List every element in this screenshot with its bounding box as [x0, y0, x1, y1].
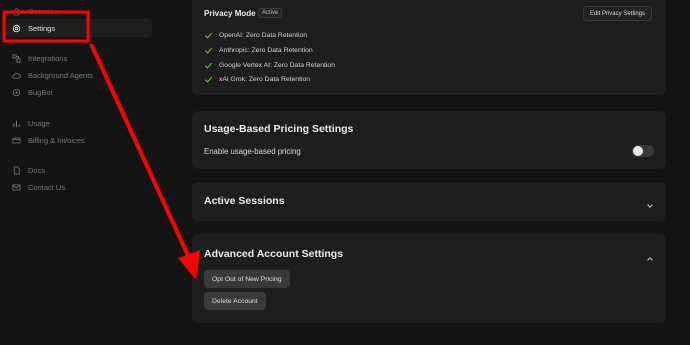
- sidebar-item-settings[interactable]: Settings: [6, 19, 152, 37]
- sidebar-item-usage[interactable]: Usage: [6, 114, 152, 132]
- retention-row-xai-grok: xAi Grok: Zero Data Retention: [204, 74, 310, 84]
- chevron-up-icon[interactable]: [646, 250, 654, 261]
- document-icon: [10, 164, 22, 176]
- retention-text: Google Vertex AI: Zero Data Retention: [219, 61, 335, 69]
- credit-card-icon: [10, 134, 22, 146]
- retention-row-google-vertex: Google Vertex AI: Zero Data Retention: [204, 60, 335, 70]
- check-icon: [204, 46, 213, 55]
- delete-account-button[interactable]: Delete Account: [204, 292, 266, 310]
- sidebar-item-contact[interactable]: Contact Us: [6, 178, 152, 196]
- integrations-icon: [10, 52, 22, 64]
- active-sessions-card[interactable]: Active Sessions: [192, 182, 666, 221]
- sidebar-item-label: Overview: [28, 6, 60, 16]
- sidebar-item-overview[interactable]: Overview: [6, 2, 152, 20]
- chevron-down-icon[interactable]: [646, 197, 654, 208]
- bug-icon: [10, 86, 22, 98]
- sidebar-item-integrations[interactable]: Integrations: [6, 49, 152, 67]
- status-badge: Active: [258, 8, 283, 18]
- sidebar-item-label: Billing & Invoices: [28, 135, 85, 145]
- retention-text: Anthropic: Zero Data Retention: [219, 46, 313, 54]
- usage-pricing-toggle-label: Enable usage-based pricing: [204, 147, 301, 156]
- sidebar-item-label: Docs: [28, 165, 46, 175]
- sidebar-item-label: Contact Us: [28, 182, 66, 192]
- home-icon: [10, 5, 22, 17]
- edit-privacy-settings-button[interactable]: Edit Privacy Settings: [582, 6, 652, 21]
- sidebar: Overview Settings Integrations Backgroun…: [0, 0, 158, 345]
- advanced-account-card: Advanced Account Settings Opt Out of New…: [192, 234, 666, 323]
- sidebar-item-label: Background Agents: [28, 70, 94, 80]
- gear-icon: [10, 22, 22, 34]
- privacy-mode-title: Privacy Mode: [204, 9, 256, 18]
- bar-chart-icon: [10, 117, 22, 129]
- cloud-icon: [10, 69, 22, 81]
- sidebar-item-label: Usage: [28, 118, 50, 128]
- retention-row-anthropic: Anthropic: Zero Data Retention: [204, 45, 313, 55]
- usage-pricing-card: Usage-Based Pricing Settings Enable usag…: [192, 111, 666, 169]
- retention-text: xAi Grok: Zero Data Retention: [219, 75, 311, 83]
- sidebar-item-label: Integrations: [28, 53, 68, 63]
- mail-icon: [10, 181, 22, 193]
- retention-row-openai: OpenAI: Zero Data Retention: [204, 30, 307, 40]
- advanced-account-title: Advanced Account Settings: [204, 248, 344, 260]
- opt-out-new-pricing-button[interactable]: Opt Out of New Pricing: [204, 270, 290, 288]
- usage-pricing-title: Usage-Based Pricing Settings: [204, 123, 354, 135]
- toggle-knob: [633, 146, 643, 156]
- active-sessions-title: Active Sessions: [204, 195, 285, 207]
- check-icon: [204, 61, 213, 70]
- check-icon: [204, 31, 213, 40]
- sidebar-item-billing[interactable]: Billing & Invoices: [6, 131, 152, 149]
- sidebar-item-label: Settings: [28, 23, 56, 33]
- retention-text: OpenAI: Zero Data Retention: [219, 31, 308, 39]
- sidebar-item-label: BugBot: [28, 87, 53, 97]
- sidebar-item-bugbot[interactable]: BugBot: [6, 83, 152, 101]
- privacy-mode-card: Privacy Mode Active Edit Privacy Setting…: [192, 0, 666, 95]
- check-icon: [204, 75, 213, 84]
- sidebar-item-background-agents[interactable]: Background Agents: [6, 66, 152, 84]
- sidebar-item-docs[interactable]: Docs: [6, 161, 152, 179]
- usage-pricing-toggle[interactable]: [632, 145, 654, 157]
